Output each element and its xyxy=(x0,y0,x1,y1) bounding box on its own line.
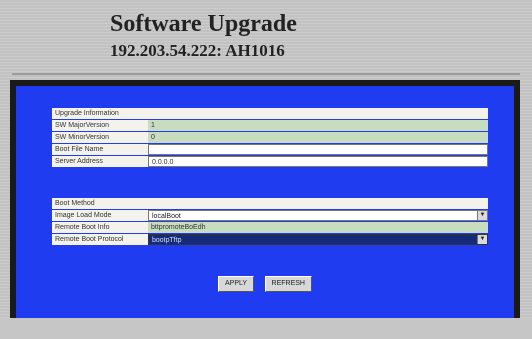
upgrade-form-frame: Upgrade Information SW MajorVersion 1 SW… xyxy=(10,80,520,324)
boot-method-section: Boot Method Image Load Mode localBoot ▼ … xyxy=(52,198,488,246)
boot-file-name-input[interactable] xyxy=(148,144,488,155)
sw-minor-version-row: SW MinorVersion 0 xyxy=(52,132,488,143)
remote-boot-protocol-select[interactable]: bootpTftp ▼ xyxy=(148,234,488,245)
image-load-mode-selected: localBoot xyxy=(152,213,181,220)
remote-boot-info-value[interactable]: bttpromoteBoEdh xyxy=(148,222,488,233)
remote-boot-protocol-selected: bootpTftp xyxy=(152,237,182,244)
image-load-mode-label: Image Load Mode xyxy=(52,210,148,221)
remote-boot-protocol-label: Remote Boot Protocol xyxy=(52,234,148,245)
upgrade-information-header: Upgrade Information xyxy=(52,108,488,119)
server-address-input[interactable]: 0.0.0.0 xyxy=(148,156,488,167)
sw-major-version-label: SW MajorVersion xyxy=(52,120,148,131)
upgrade-form-panel: Upgrade Information SW MajorVersion 1 SW… xyxy=(16,86,514,318)
remote-boot-info-label: Remote Boot Info xyxy=(52,222,148,233)
header-divider xyxy=(12,73,520,75)
remote-boot-protocol-row: Remote Boot Protocol bootpTftp ▼ xyxy=(52,234,488,245)
sw-major-version-value: 1 xyxy=(148,120,488,131)
remote-boot-info-row: Remote Boot Info bttpromoteBoEdh xyxy=(52,222,488,233)
chevron-down-icon[interactable]: ▼ xyxy=(477,235,487,244)
sw-major-version-row: SW MajorVersion 1 xyxy=(52,120,488,131)
boot-file-name-label: Boot File Name xyxy=(52,144,148,155)
refresh-button[interactable]: REFRESH xyxy=(264,276,312,292)
upgrade-information-section: Upgrade Information SW MajorVersion 1 SW… xyxy=(52,108,488,168)
page-title: Software Upgrade xyxy=(110,11,297,37)
sw-minor-version-value: 0 xyxy=(148,132,488,143)
device-address-title: 192.203.54.222: AH1016 xyxy=(110,41,285,60)
boot-file-name-row: Boot File Name xyxy=(52,144,488,155)
page-footer-band xyxy=(0,318,532,339)
apply-button[interactable]: APPLY xyxy=(218,276,255,292)
form-buttons: APPLY REFRESH xyxy=(16,272,514,292)
server-address-label: Server Address xyxy=(52,156,148,167)
sw-minor-version-label: SW MinorVersion xyxy=(52,132,148,143)
image-load-mode-row: Image Load Mode localBoot ▼ xyxy=(52,210,488,221)
page-header: Software Upgrade 192.203.54.222: AH1016 xyxy=(110,10,297,62)
server-address-row: Server Address 0.0.0.0 xyxy=(52,156,488,167)
chevron-down-icon[interactable]: ▼ xyxy=(477,211,487,220)
boot-method-header: Boot Method xyxy=(52,198,488,209)
image-load-mode-select[interactable]: localBoot ▼ xyxy=(148,210,488,221)
